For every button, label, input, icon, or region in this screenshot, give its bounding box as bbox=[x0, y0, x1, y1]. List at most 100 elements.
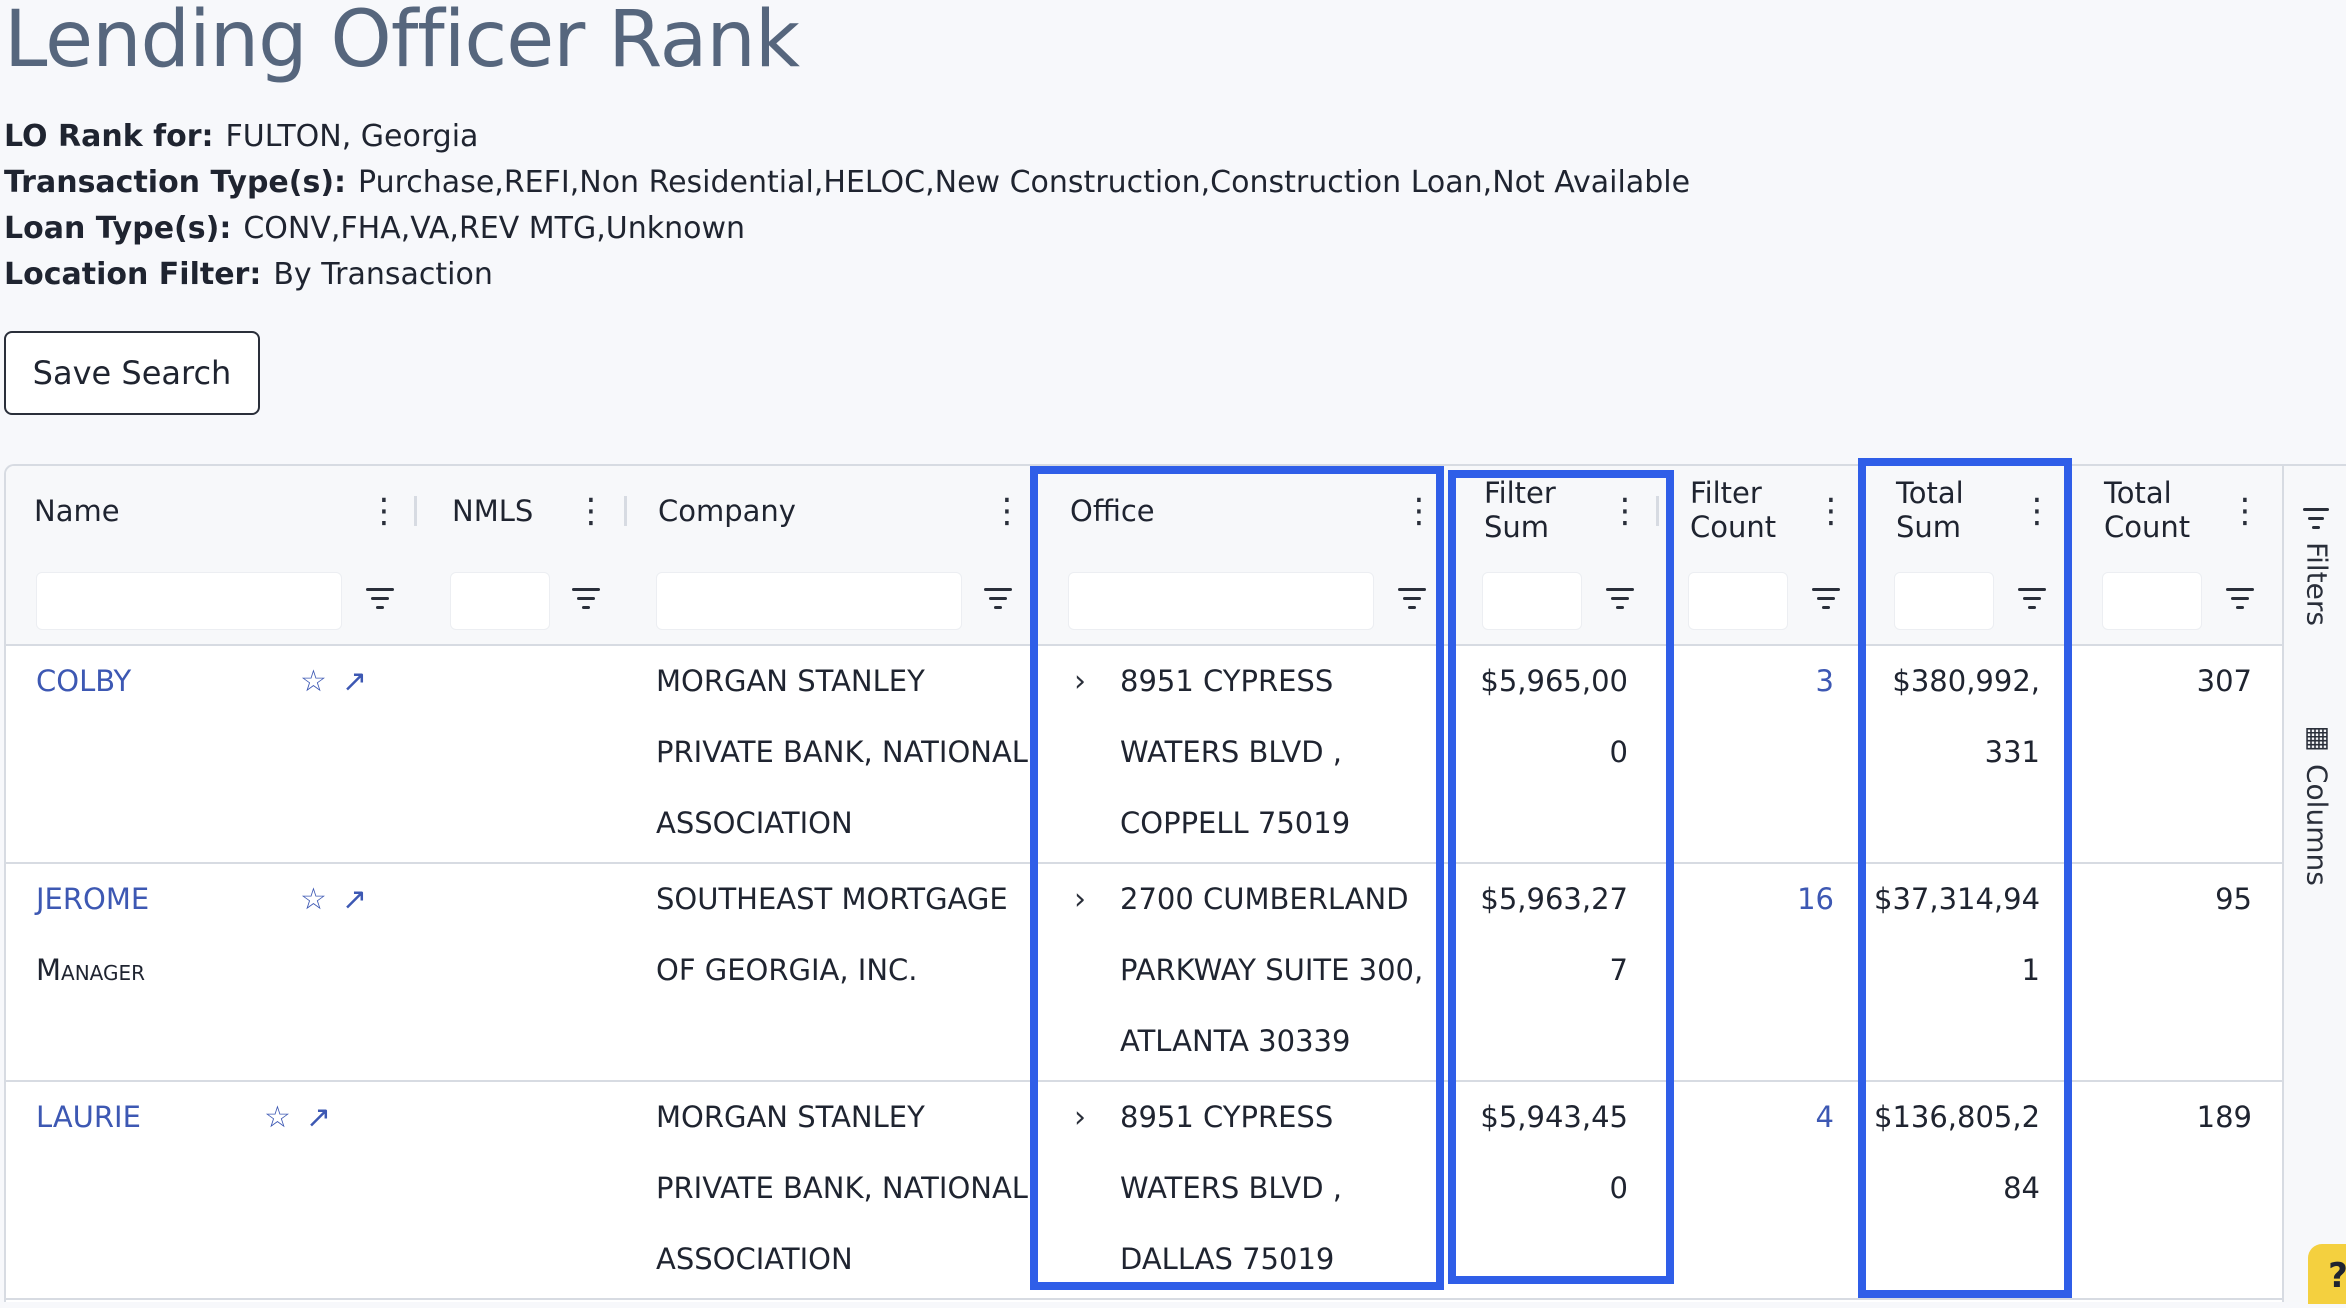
office-line: 8951 CYPRESS bbox=[1120, 1100, 1334, 1134]
filter-sum-value: $5,965,00 bbox=[1480, 664, 1628, 698]
column-label: NMLS bbox=[452, 494, 534, 528]
chevron-right-icon[interactable]: › bbox=[1074, 864, 1086, 935]
total-sum-filter-input[interactable] bbox=[1894, 572, 1994, 630]
filter-icon[interactable] bbox=[982, 582, 1014, 614]
meta-value: FULTON, Georgia bbox=[225, 119, 479, 154]
kebab-menu-icon[interactable]: ⋮ bbox=[367, 492, 401, 530]
columns-icon: ▦ bbox=[2303, 720, 2331, 753]
star-icon[interactable]: ☆ bbox=[264, 1082, 291, 1153]
filter-sum-value: 0 bbox=[1609, 1171, 1628, 1205]
kebab-menu-icon[interactable]: ⋮ bbox=[2020, 492, 2054, 530]
company-filter-input[interactable] bbox=[656, 572, 962, 630]
star-icon[interactable]: ☆ bbox=[300, 646, 327, 717]
office-line: COPPELL 75019 bbox=[1120, 806, 1351, 840]
external-link-icon[interactable]: ↗ bbox=[342, 646, 367, 717]
kebab-menu-icon[interactable]: ⋮ bbox=[990, 492, 1024, 530]
side-bar: Filters ▦ Columns bbox=[2282, 466, 2346, 1302]
chevron-right-icon[interactable]: › bbox=[1074, 646, 1086, 717]
filters-tab-label: Filters bbox=[2300, 542, 2334, 626]
filter-icon[interactable] bbox=[570, 582, 602, 614]
columns-tool-tab[interactable]: ▦ Columns bbox=[2294, 722, 2340, 890]
company-line: ASSOCIATION bbox=[656, 806, 853, 840]
filter-count-link[interactable]: 3 bbox=[1668, 646, 1834, 717]
meta-location-filter: Location Filter: By Transaction bbox=[4, 253, 493, 297]
filter-icon[interactable] bbox=[1604, 582, 1636, 614]
company-line: ASSOCIATION bbox=[656, 1242, 853, 1276]
filter-count-filter-input[interactable] bbox=[1688, 572, 1788, 630]
filters-tool-tab[interactable]: Filters bbox=[2294, 506, 2340, 630]
column-header-nmls[interactable]: NMLS ⋮ bbox=[420, 466, 627, 558]
total-count-value: 189 bbox=[2196, 1100, 2252, 1134]
external-link-icon[interactable]: ↗ bbox=[306, 1082, 331, 1153]
filter-icon[interactable] bbox=[2016, 582, 2048, 614]
filter-count-link[interactable]: 4 bbox=[1668, 1082, 1834, 1153]
column-header-company[interactable]: Company ⋮ bbox=[626, 466, 1036, 558]
total-sum-value: 331 bbox=[1984, 735, 2040, 769]
total-count-filter-input[interactable] bbox=[2102, 572, 2202, 630]
filter-sum-value: 0 bbox=[1609, 735, 1628, 769]
column-label: Office bbox=[1070, 494, 1155, 528]
column-header-filter-count[interactable]: Filter Count ⋮ bbox=[1658, 466, 1864, 558]
page-title: Lending Officer Rank bbox=[4, 0, 800, 85]
filter-icon[interactable] bbox=[364, 582, 396, 614]
column-label: Total bbox=[1896, 476, 1964, 510]
lo-name-link[interactable]: COLBY bbox=[36, 646, 131, 717]
star-icon[interactable]: ☆ bbox=[300, 864, 327, 935]
office-filter-input[interactable] bbox=[1068, 572, 1374, 630]
filter-icon[interactable] bbox=[2224, 582, 2256, 614]
save-search-button[interactable]: Save Search bbox=[4, 331, 260, 415]
column-label: Company bbox=[658, 494, 796, 528]
kebab-menu-icon[interactable]: ⋮ bbox=[2228, 492, 2262, 530]
table-row[interactable]: JEROME Manager ☆ ↗ SOUTHEAST MORTGAGE OF… bbox=[6, 862, 2282, 1082]
company-line: MORGAN STANLEY bbox=[656, 1100, 925, 1134]
meta-label: Transaction Type(s): bbox=[4, 165, 347, 200]
column-header-office[interactable]: Office ⋮ bbox=[1038, 466, 1448, 558]
table-row[interactable]: LAURIE ☆ ↗ MORGAN STANLEY PRIVATE BANK, … bbox=[6, 1080, 2282, 1300]
table-row[interactable]: COLBY ☆ ↗ MORGAN STANLEY PRIVATE BANK, N… bbox=[6, 644, 2282, 864]
total-sum-value: 84 bbox=[2003, 1171, 2040, 1205]
column-resize-handle[interactable] bbox=[414, 496, 417, 526]
meta-value: Purchase,REFI,Non Residential,HELOC,New … bbox=[358, 165, 1691, 200]
external-link-icon[interactable]: ↗ bbox=[342, 864, 367, 935]
filter-sum-filter-input[interactable] bbox=[1482, 572, 1582, 630]
lo-name-link[interactable]: LAURIE bbox=[36, 1082, 141, 1153]
office-line: ATLANTA 30339 bbox=[1120, 1024, 1351, 1058]
lo-name-link[interactable]: JEROME bbox=[36, 864, 149, 935]
chevron-right-icon[interactable]: › bbox=[1074, 1082, 1086, 1153]
company-line: PRIVATE BANK, NATIONAL bbox=[656, 735, 1028, 769]
name-filter-input[interactable] bbox=[36, 572, 342, 630]
column-header-total-count[interactable]: Total Count ⋮ bbox=[2072, 466, 2278, 558]
filter-icon bbox=[2301, 506, 2333, 532]
kebab-menu-icon[interactable]: ⋮ bbox=[1814, 492, 1848, 530]
column-header-total-sum[interactable]: Total Sum ⋮ bbox=[1864, 466, 2070, 558]
nmls-filter-input[interactable] bbox=[450, 572, 550, 630]
kebab-menu-icon[interactable]: ⋮ bbox=[1402, 492, 1436, 530]
kebab-menu-icon[interactable]: ⋮ bbox=[1608, 492, 1642, 530]
column-label: Name bbox=[34, 494, 120, 528]
office-line: WATERS BLVD , bbox=[1120, 735, 1342, 769]
meta-label: LO Rank for: bbox=[4, 119, 214, 154]
total-sum-value: 1 bbox=[2021, 953, 2040, 987]
filter-icon[interactable] bbox=[1810, 582, 1842, 614]
column-label: Sum bbox=[1896, 510, 1962, 544]
total-sum-value: $37,314,94 bbox=[1874, 882, 2041, 916]
column-header-name[interactable]: Name ⋮ bbox=[6, 466, 417, 558]
total-count-value: 307 bbox=[2196, 664, 2252, 698]
meta-loan-types: Loan Type(s): CONV,FHA,VA,REV MTG,Unknown bbox=[4, 207, 745, 251]
total-sum-value: $136,805,2 bbox=[1874, 1100, 2041, 1134]
column-label: Count bbox=[2104, 510, 2191, 544]
meta-value: By Transaction bbox=[273, 257, 493, 292]
kebab-menu-icon[interactable]: ⋮ bbox=[574, 492, 608, 530]
filter-sum-value: 7 bbox=[1609, 953, 1628, 987]
column-header-filter-sum[interactable]: Filter Sum ⋮ bbox=[1452, 466, 1659, 558]
meta-lo-rank: LO Rank for: FULTON, Georgia bbox=[4, 115, 478, 159]
lo-role-label: Manager bbox=[36, 953, 146, 987]
office-line: DALLAS 75019 bbox=[1120, 1242, 1335, 1276]
help-button[interactable]: ? bbox=[2308, 1244, 2346, 1304]
column-label: Filter bbox=[1484, 476, 1556, 510]
office-line: 2700 CUMBERLAND bbox=[1120, 882, 1409, 916]
column-label: Sum bbox=[1484, 510, 1550, 544]
filter-icon[interactable] bbox=[1396, 582, 1428, 614]
filter-count-link[interactable]: 16 bbox=[1668, 864, 1834, 935]
floating-filter-row bbox=[6, 558, 2282, 646]
